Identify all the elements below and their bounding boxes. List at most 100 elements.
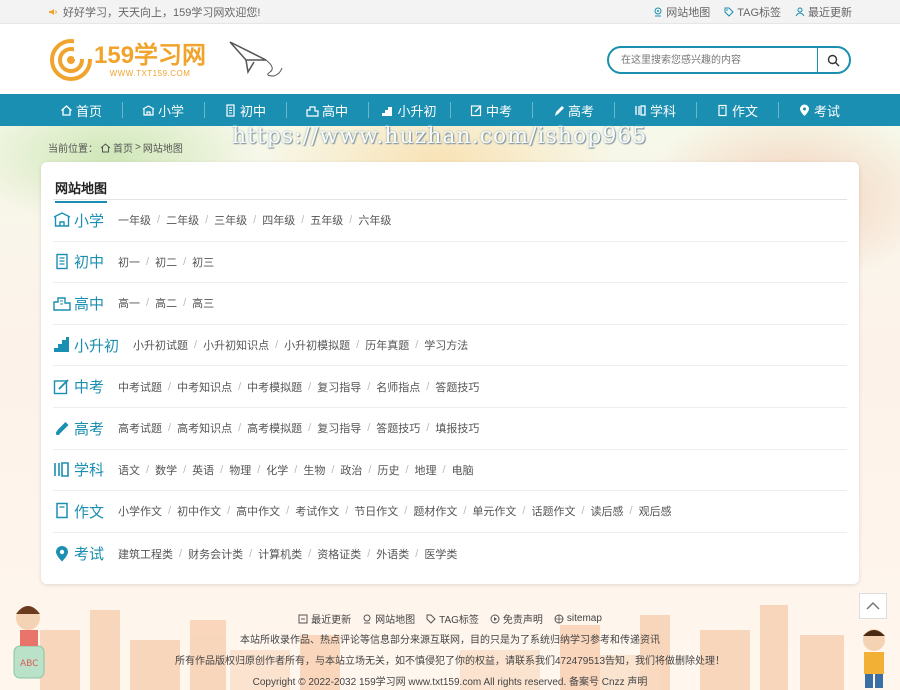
sitemap-link[interactable]: 外语类 [376,546,409,562]
sitemap-link[interactable]: 历年真题 [365,337,409,353]
sitemap-link[interactable]: 初二 [155,254,177,270]
nav-primary-school[interactable]: 小学 [122,94,204,126]
sitemap-link[interactable]: 中考知识点 [177,379,232,395]
sitemap-link[interactable]: 历史 [377,462,399,478]
sitemap-link[interactable]: 填报技巧 [435,420,479,436]
sitemap-link[interactable]: 高考试题 [118,420,162,436]
sitemap-category[interactable]: 高中 [53,293,104,314]
sitemap-link[interactable]: 建筑工程类 [118,546,173,562]
footer-link-disclaimer[interactable]: 免责声明 [490,611,543,626]
sitemap-link[interactable]: 高考知识点 [177,420,232,436]
sitemap-link[interactable]: 资格证类 [317,546,361,562]
sitemap-category[interactable]: 高考 [53,418,104,439]
sitemap-link[interactable]: 语文 [118,462,140,478]
sitemap-link[interactable]: 答题技巧 [435,379,479,395]
footer-link-xml-sitemap[interactable]: sitemap [554,611,602,626]
breadcrumb-home-link[interactable]: 首页 [113,140,133,155]
sitemap-link[interactable]: 电脑 [452,462,474,478]
sitemap-link[interactable]: 答题技巧 [376,420,420,436]
top-link-sitemap[interactable]: 网站地图 [653,4,710,20]
top-link-tags[interactable]: TAG标签 [724,4,781,20]
sitemap-category[interactable]: 作文 [53,501,104,522]
sitemap-category[interactable]: 初中 [53,251,104,272]
nav-junior-high[interactable]: 初中 [204,94,286,126]
nav-gaokao[interactable]: 高考 [532,94,614,126]
sitemap-link[interactable]: 三年级 [214,212,247,228]
sitemap-category[interactable]: 小学 [53,210,104,231]
sitemap-link[interactable]: 一年级 [118,212,151,228]
nav-zhongkao[interactable]: 中考 [450,94,532,126]
sitemap-link[interactable]: 二年级 [166,212,199,228]
sitemap-link[interactable]: 高考模拟题 [247,420,302,436]
sitemap-link[interactable]: 初中作文 [177,503,221,519]
sitemap-link[interactable]: 小升初试题 [133,337,188,353]
link-separator: / [205,214,209,227]
disclaimer-icon [490,614,500,623]
sitemap-link[interactable]: 高三 [192,295,214,311]
link-separator: / [331,463,335,476]
sitemap-link[interactable]: 医学类 [424,546,457,562]
sitemap-row: 小升初 小升初试题 / 小升初知识点 / 小升初模拟题 / 历年真题 / 学习方法 [53,325,847,367]
search-button[interactable] [817,48,849,72]
sitemap-link[interactable]: 五年级 [310,212,343,228]
sitemap-row: 小学 一年级 / 二年级 / 三年级 / 四年级 / 五年级 / 六年级 [53,200,847,242]
nav-home[interactable]: 首页 [40,94,122,126]
sitemap-sublinks: 高一 / 高二 / 高三 [118,295,214,311]
sitemap-link[interactable]: 英语 [192,462,214,478]
sitemap-link[interactable]: 题材作文 [413,503,457,519]
nav-xiaoshengchu[interactable]: 小升初 [368,94,450,126]
sitemap-link[interactable]: 生物 [303,462,325,478]
top-link-label: 网站地图 [666,6,711,19]
sitemap-category[interactable]: 中考 [53,376,104,397]
sitemap-link[interactable]: 话题作文 [531,503,575,519]
nav-exams[interactable]: 考试 [778,94,860,126]
document-icon [56,503,68,519]
footer-notice-2: 所有作品版权归原创作者所有，与本站立场无关，如不慎侵犯了你的权益，请联系我们47… [174,656,726,667]
sitemap-link[interactable]: 小升初模拟题 [284,337,350,353]
back-to-top-button[interactable] [859,593,887,619]
sitemap-link[interactable]: 复习指导 [317,379,361,395]
sitemap-link[interactable]: 高二 [155,295,177,311]
sitemap-link[interactable]: 化学 [266,462,288,478]
sitemap-link[interactable]: 初三 [192,254,214,270]
sitemap-link[interactable]: 高一 [118,295,140,311]
sitemap-link[interactable]: 单元作文 [472,503,516,519]
site-logo[interactable]: 159学习网 WWW.TXT159.COM [50,39,206,81]
sitemap-link[interactable]: 计算机类 [258,546,302,562]
sitemap-category-label: 初中 [74,254,105,272]
nav-senior-high[interactable]: 高中 [286,94,368,126]
sitemap-link[interactable]: 财务会计类 [188,546,243,562]
sitemap-category[interactable]: 学科 [53,459,104,480]
nav-subjects[interactable]: 学科 [614,94,696,126]
sitemap-link[interactable]: 中考试题 [118,379,162,395]
sitemap-link[interactable]: 小升初知识点 [203,337,269,353]
nav-composition[interactable]: 作文 [696,94,778,126]
sitemap-link[interactable]: 中考模拟题 [247,379,302,395]
sitemap-link[interactable]: 六年级 [358,212,391,228]
link-separator: / [286,505,290,518]
sitemap-link[interactable]: 复习指导 [317,420,361,436]
sitemap-category[interactable]: 小升初 [53,335,119,356]
sitemap-link[interactable]: 地理 [415,462,437,478]
sitemap-link[interactable]: 初一 [118,254,140,270]
top-link-updates[interactable]: 最近更新 [795,4,852,20]
sitemap-link[interactable]: 读后感 [591,503,624,519]
sitemap-link[interactable]: 高中作文 [236,503,280,519]
sitemap-link[interactable]: 考试作文 [295,503,339,519]
sitemap-category[interactable]: 考试 [53,543,104,564]
sitemap-link[interactable]: 学习方法 [424,337,468,353]
sitemap-link[interactable]: 四年级 [262,212,295,228]
sitemap-link[interactable]: 物理 [229,462,251,478]
search-input[interactable] [609,48,817,72]
footer-link-tags[interactable]: TAG标签 [426,611,479,626]
sitemap-link[interactable]: 观后感 [639,503,672,519]
sitemap-link[interactable]: 小学作文 [118,503,162,519]
link-separator: / [581,505,585,518]
footer-link-updates[interactable]: 最近更新 [298,611,351,626]
sitemap-link[interactable]: 名师指点 [376,379,420,395]
footer-link-sitemap[interactable]: 网站地图 [362,611,415,626]
sitemap-link[interactable]: 数学 [155,462,177,478]
link-separator: / [194,339,198,352]
sitemap-link[interactable]: 节日作文 [354,503,398,519]
sitemap-link[interactable]: 政治 [340,462,362,478]
